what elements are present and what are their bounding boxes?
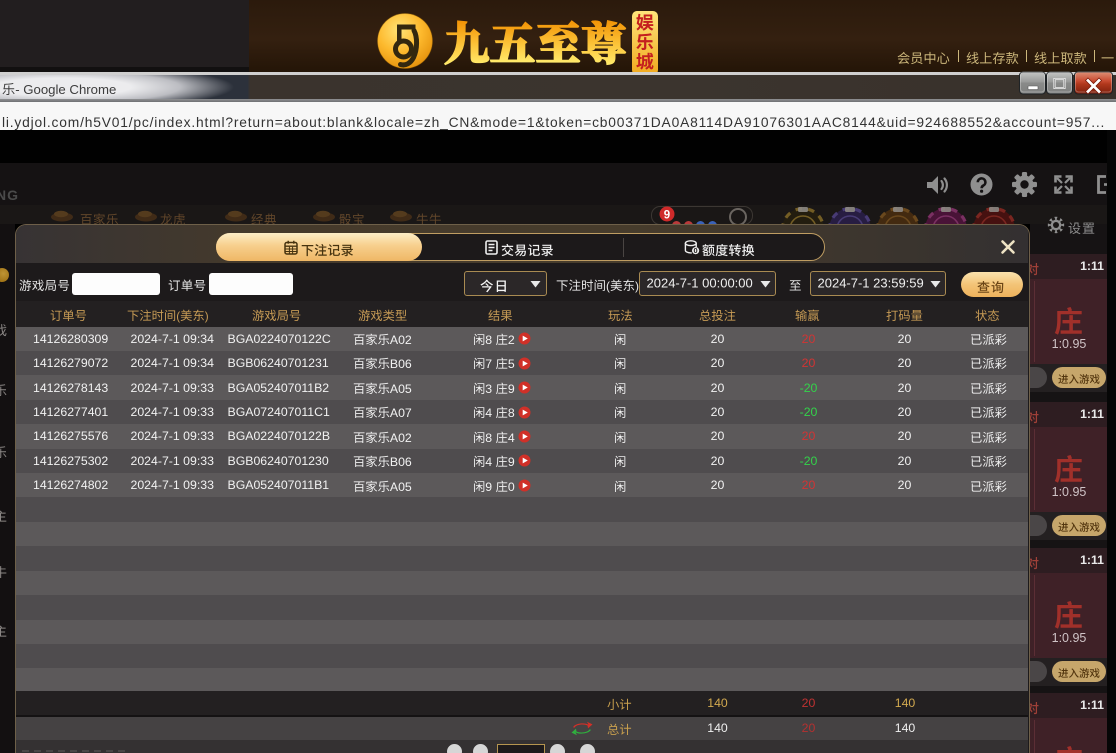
svg-text:9: 9 — [507, 455, 514, 469]
svg-text:B06: B06 — [389, 455, 411, 469]
svg-text:3: 3 — [485, 382, 492, 396]
svg-text:4: 4 — [485, 455, 492, 469]
svg-text:4: 4 — [507, 431, 514, 445]
svg-text:A05: A05 — [389, 382, 411, 396]
svg-text:4: 4 — [485, 406, 492, 420]
svg-text:9: 9 — [664, 210, 670, 222]
svg-text:7: 7 — [485, 357, 492, 371]
svg-text:A07: A07 — [389, 406, 411, 420]
svg-text:0: 0 — [507, 480, 514, 494]
svg-text:5: 5 — [507, 357, 514, 371]
svg-text:9: 9 — [507, 382, 514, 396]
svg-text:B06: B06 — [389, 357, 411, 371]
svg-text:(: ( — [606, 279, 610, 293]
svg-text:A05: A05 — [389, 480, 411, 494]
svg-text:0: 0 — [693, 246, 697, 255]
svg-text:9: 9 — [485, 480, 492, 494]
svg-text:): ) — [635, 279, 639, 293]
svg-text:2: 2 — [507, 333, 514, 347]
svg-text:8: 8 — [507, 406, 514, 420]
svg-text:A02: A02 — [389, 431, 411, 445]
svg-text:(: ( — [176, 310, 180, 323]
svg-text:A02: A02 — [389, 333, 411, 347]
svg-text:): ) — [205, 310, 209, 323]
svg-text:8: 8 — [485, 431, 492, 445]
svg-text:8: 8 — [485, 333, 492, 347]
svg-text:- Google Chrome: - Google Chrome — [15, 82, 116, 97]
